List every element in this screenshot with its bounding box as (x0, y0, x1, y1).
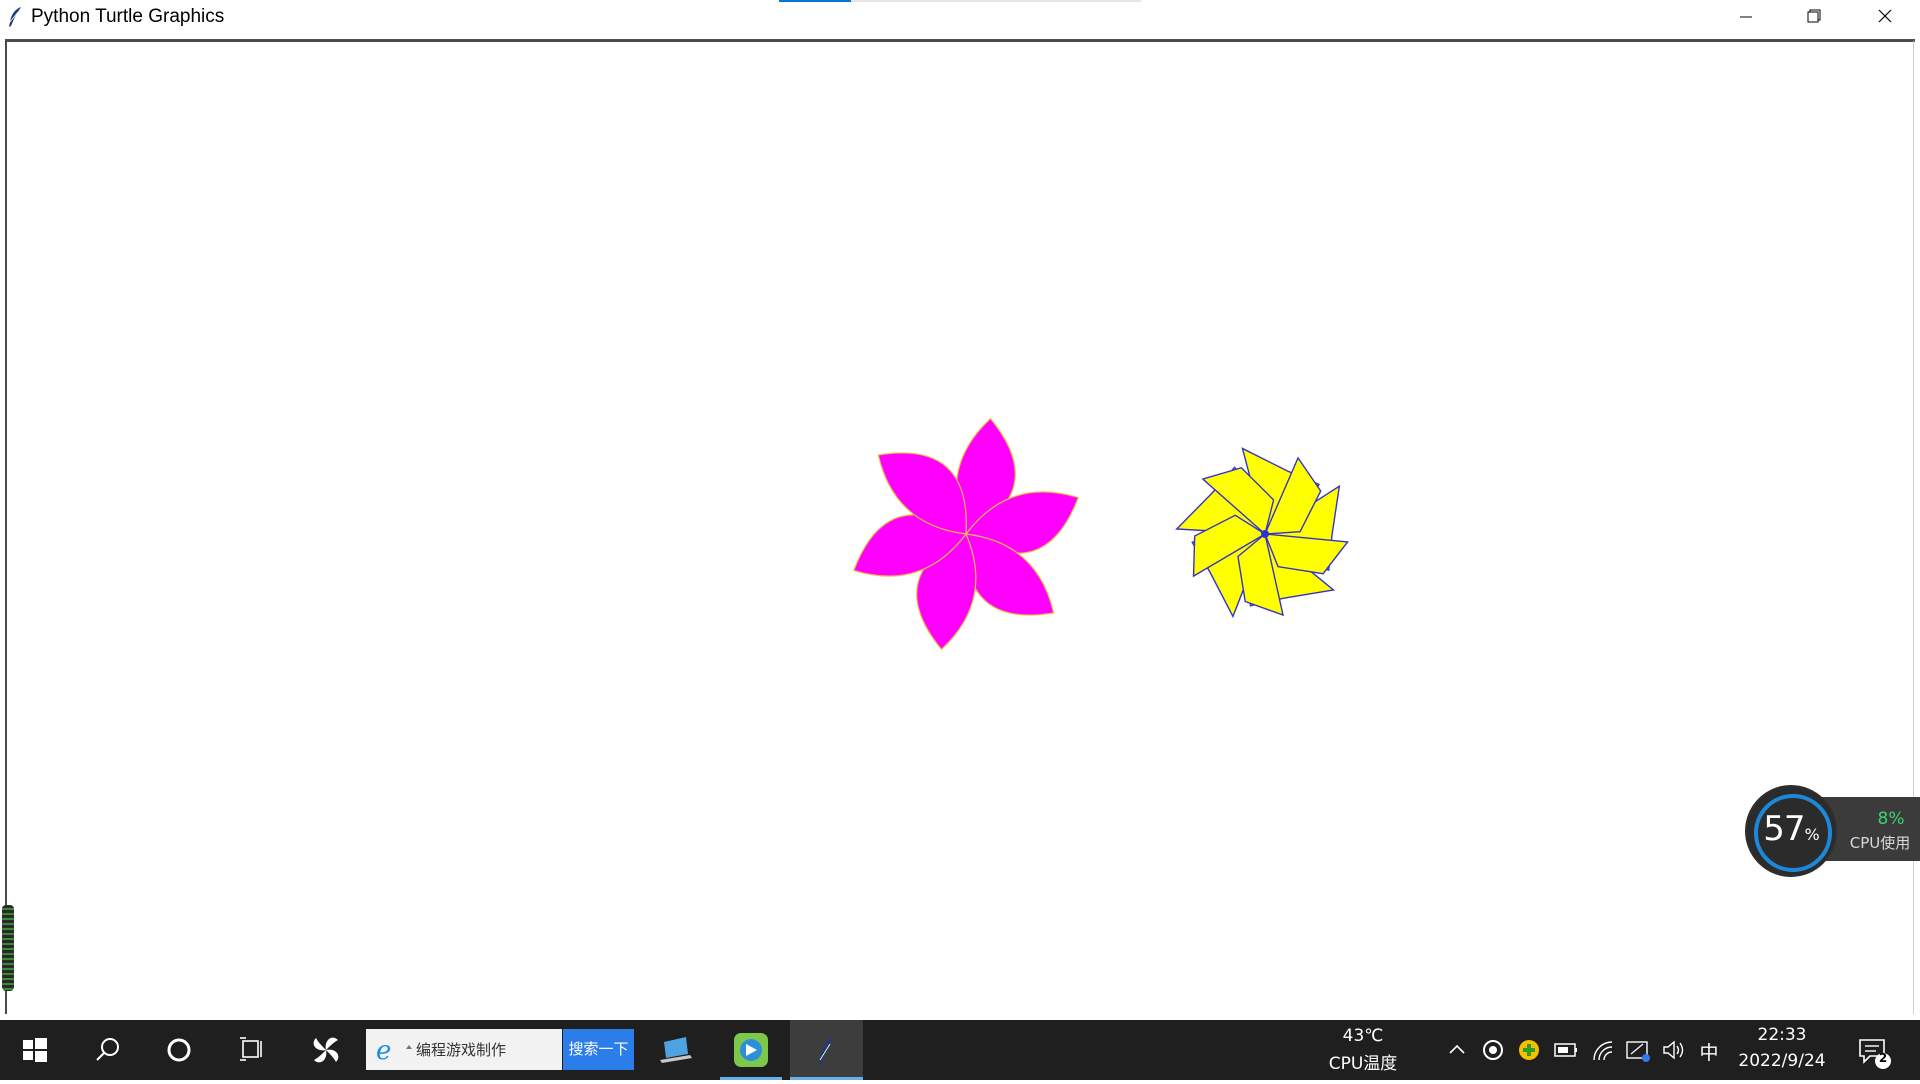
cpu-usage-value: 8% (1877, 809, 1905, 829)
security-tray-button[interactable] (1514, 1020, 1544, 1080)
show-hidden-icons-button[interactable] (1442, 1020, 1472, 1080)
wifi-icon (1593, 1041, 1613, 1061)
record-tray-button[interactable] (1478, 1020, 1508, 1080)
plus-shield-icon (1519, 1040, 1539, 1060)
battery-icon (1554, 1043, 1577, 1057)
volume-tray-button[interactable] (1658, 1020, 1688, 1080)
pinwheel-icon (313, 1037, 339, 1063)
turtle-drawing (852, 417, 1349, 651)
taskbar: e 编程游戏制作 搜索一下 43℃ CPU温度 中 22:33 2022/9/2… (0, 1020, 1920, 1080)
network-icon (1626, 1041, 1650, 1062)
svg-text:e: e (376, 1036, 391, 1066)
clock-time[interactable]: 22:33 (1728, 1025, 1836, 1045)
cpu-usage-label: CPU使用 (1849, 834, 1911, 852)
laptop-app-button[interactable] (640, 1020, 712, 1080)
notification-icon (1859, 1039, 1891, 1069)
network-tray-button[interactable] (1622, 1020, 1654, 1080)
turtle-cursor (1261, 530, 1269, 538)
record-icon (1483, 1040, 1503, 1060)
memory-percent: 57% (1763, 809, 1819, 849)
browser-search-text: 编程游戏制作 (416, 1041, 507, 1059)
cpu-temp-label: CPU温度 (1328, 1054, 1398, 1074)
game-app-button[interactable] (718, 1020, 784, 1080)
cpu-monitor-widget[interactable]: 57% 8% CPU使用 (1745, 785, 1920, 877)
search-button[interactable] (72, 1020, 142, 1080)
cortana-icon (167, 1038, 191, 1062)
wifi-tray-button[interactable] (1588, 1020, 1620, 1080)
magenta-flower (852, 417, 1080, 651)
ie-browser-icon: e (376, 1036, 412, 1066)
browser-search-submit[interactable]: 搜索一下 (563, 1029, 634, 1070)
pinwheel-app-button[interactable] (290, 1020, 362, 1080)
laptop-icon (660, 1037, 692, 1063)
battery-tray-button[interactable] (1550, 1020, 1582, 1080)
browser-search-box[interactable]: e 编程游戏制作 (366, 1029, 562, 1070)
speaker-icon (1663, 1040, 1684, 1060)
windows-logo-icon (23, 1038, 47, 1062)
action-center-button[interactable]: 2 (1852, 1020, 1902, 1080)
clock-date[interactable]: 2022/9/24 (1728, 1051, 1836, 1071)
start-button[interactable] (0, 1020, 70, 1080)
task-view-button[interactable] (216, 1020, 286, 1080)
cpu-temp-value: 43℃ (1342, 1026, 1384, 1046)
feather-icon (819, 1036, 834, 1066)
chevron-up-icon (1449, 1044, 1465, 1054)
search-icon (96, 1038, 119, 1061)
game-app-icon (734, 1033, 768, 1067)
yellow-star-rosette (1175, 447, 1349, 619)
task-view-icon (240, 1037, 262, 1061)
notification-count: 2 (1878, 1051, 1888, 1065)
ime-indicator[interactable]: 中 (1694, 1038, 1724, 1065)
cortana-button[interactable] (144, 1020, 214, 1080)
turtle-app-button[interactable] (790, 1020, 863, 1080)
